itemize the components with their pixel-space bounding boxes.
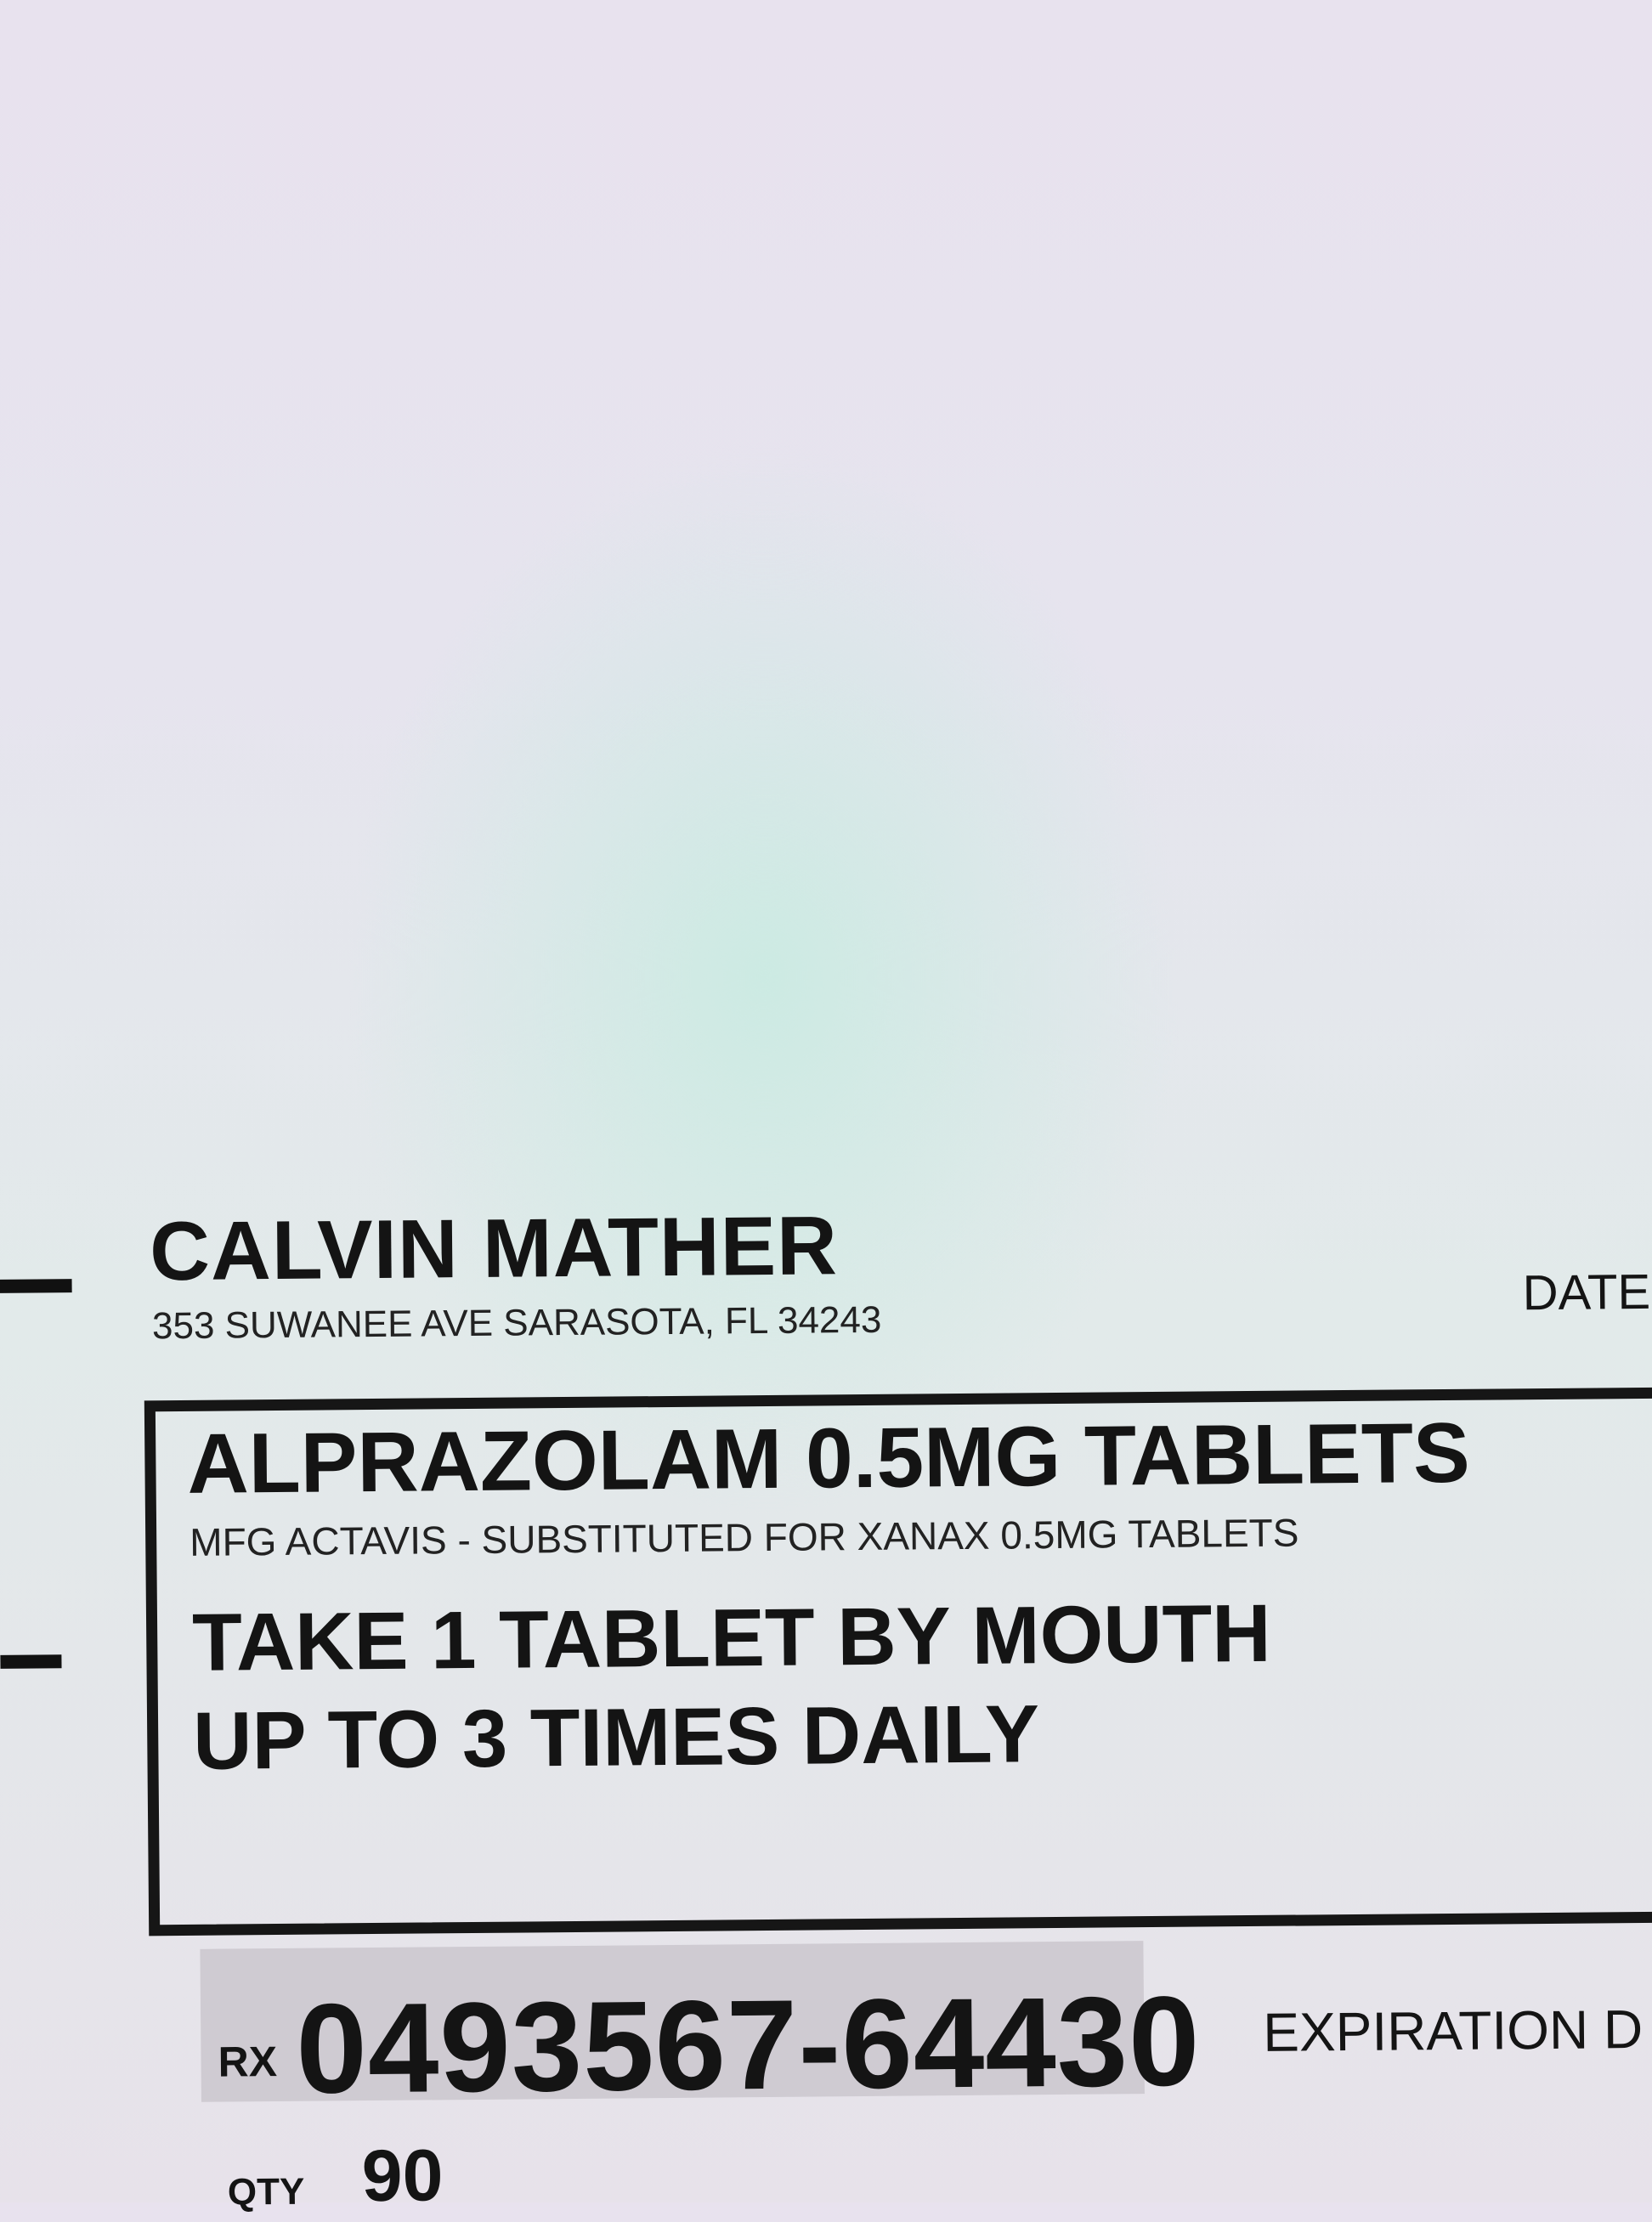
quantity-value: 90 [361,2134,444,2218]
margin-tick-mark [0,1654,62,1669]
dosage-directions: TAKE 1 TABLET BY MOUTH UP TO 3 TIMES DAI… [192,1585,1272,1791]
margin-tick-mark [0,1279,72,1293]
directions-line: TAKE 1 TABLET BY MOUTH [191,1587,1272,1688]
manufacturer-note: MFG ACTAVIS - SUBSTITUTED FOR XANAX 0.5M… [190,1510,1299,1564]
patient-name: CALVIN MATHER [149,1198,839,1298]
quantity-label: QTY [227,2170,305,2214]
rx-number: 0493567-64430 [295,1969,1202,2120]
rx-prefix: RX [218,2038,278,2086]
patient-address: 353 SUWANEE AVE SARASOTA, FL 34243 [151,1298,882,1348]
date-label: DATE [1522,1264,1651,1321]
expiration-label: EXPIRATION D [1263,1999,1644,2063]
medication-name: ALPRAZOLAM 0.5MG TABLETS [186,1405,1471,1512]
directions-line: UP TO 3 TIMES DAILY [192,1688,1040,1787]
prescription-label: CALVIN MATHER 353 SUWANEE AVE SARASOTA, … [0,0,1652,2217]
